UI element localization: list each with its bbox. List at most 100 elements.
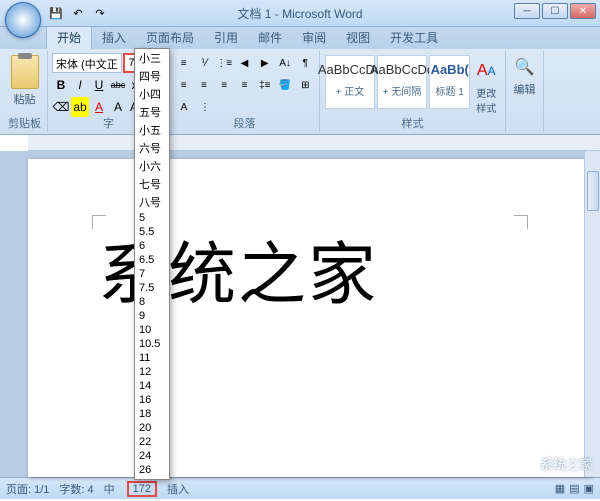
insert-mode[interactable]: 插入 bbox=[167, 481, 189, 497]
horizontal-ruler[interactable] bbox=[28, 135, 600, 151]
clipboard-group: 粘贴 剪贴板 bbox=[2, 51, 48, 132]
size-option[interactable]: 20 bbox=[135, 421, 169, 435]
tab-layout[interactable]: 页面布局 bbox=[136, 26, 204, 49]
size-option[interactable]: 小四 bbox=[135, 85, 169, 103]
font-name-input[interactable]: 宋体 (中文正 bbox=[52, 53, 122, 73]
size-option[interactable]: 22 bbox=[135, 435, 169, 449]
bold-button[interactable]: B bbox=[52, 75, 70, 95]
margin-corner-tr bbox=[514, 215, 528, 229]
tab-insert[interactable]: 插入 bbox=[92, 26, 136, 49]
size-option[interactable]: 26 bbox=[135, 463, 169, 477]
line-spacing-button[interactable]: ‡≡ bbox=[255, 75, 274, 95]
style-normal[interactable]: AaBbCcDd + 正文 bbox=[325, 55, 375, 109]
size-option[interactable]: 五号 bbox=[135, 103, 169, 121]
size-option[interactable]: 12 bbox=[135, 365, 169, 379]
maximize-button[interactable]: ☐ bbox=[542, 3, 568, 19]
style-heading1[interactable]: AaBb( 标题 1 bbox=[429, 55, 470, 109]
clipboard-label: 剪贴板 bbox=[2, 115, 47, 131]
tab-mailings[interactable]: 邮件 bbox=[248, 26, 292, 49]
size-option[interactable]: 16 bbox=[135, 393, 169, 407]
paste-icon[interactable] bbox=[11, 55, 39, 89]
style-nospace[interactable]: AaBbCcDd + 无间隔 bbox=[377, 55, 427, 109]
increase-indent-button[interactable]: ▶ bbox=[255, 53, 274, 73]
size-option[interactable]: 11 bbox=[135, 351, 169, 365]
word-count[interactable]: 字数: 4 bbox=[59, 481, 93, 497]
asian-layout-button[interactable]: ⋮ bbox=[195, 97, 215, 117]
ribbon-tabs: 开始 插入 页面布局 引用 邮件 审阅 视图 开发工具 bbox=[0, 27, 600, 49]
size-option[interactable]: 14 bbox=[135, 379, 169, 393]
change-styles-button[interactable]: AA 更改样式 bbox=[471, 53, 501, 115]
size-option[interactable]: 5.5 bbox=[135, 225, 169, 239]
char-shading-button[interactable]: A bbox=[174, 97, 194, 117]
zoom-value[interactable]: 172 bbox=[127, 481, 157, 497]
vertical-scrollbar[interactable] bbox=[584, 151, 600, 477]
styles-group: AaBbCcDd + 正文 AaBbCcDd + 无间隔 AaBb( 标题 1 … bbox=[320, 51, 506, 132]
size-option[interactable]: 八号 bbox=[135, 193, 169, 211]
size-option[interactable]: 10 bbox=[135, 323, 169, 337]
size-option[interactable]: 24 bbox=[135, 449, 169, 463]
multilevel-list-button[interactable]: ⋮≡ bbox=[215, 53, 234, 73]
shading-button[interactable]: 🪣 bbox=[275, 75, 294, 95]
tab-home[interactable]: 开始 bbox=[46, 25, 92, 49]
justify-button[interactable]: ≡ bbox=[235, 75, 254, 95]
save-icon[interactable]: 💾 bbox=[46, 3, 66, 23]
sort-button[interactable]: A↓ bbox=[275, 53, 294, 73]
size-option[interactable]: 七号 bbox=[135, 175, 169, 193]
view-print-icon[interactable]: ▦ bbox=[555, 482, 565, 495]
show-marks-button[interactable]: ¶ bbox=[296, 53, 315, 73]
house-icon bbox=[514, 453, 536, 473]
scrollbar-thumb[interactable] bbox=[587, 171, 599, 211]
underline-button[interactable]: U bbox=[90, 75, 108, 95]
size-option[interactable]: 10.5 bbox=[135, 337, 169, 351]
bullet-list-button[interactable]: ≡ bbox=[174, 53, 193, 73]
editing-group: 🔍 编辑 bbox=[506, 51, 544, 132]
size-option[interactable]: 小三 bbox=[135, 49, 169, 67]
tab-review[interactable]: 审阅 bbox=[292, 26, 336, 49]
redo-icon[interactable]: ↷ bbox=[90, 3, 110, 23]
page-indicator[interactable]: 页面: 1/1 bbox=[6, 481, 49, 497]
size-option[interactable]: 7 bbox=[135, 267, 169, 281]
document-area: 系统之家 bbox=[0, 151, 600, 477]
size-option[interactable]: 小六 bbox=[135, 157, 169, 175]
size-option[interactable]: 6.5 bbox=[135, 253, 169, 267]
font-color-button[interactable]: A bbox=[90, 97, 108, 117]
char-border-button[interactable]: A bbox=[109, 97, 127, 117]
size-option[interactable]: 18 bbox=[135, 407, 169, 421]
tab-references[interactable]: 引用 bbox=[204, 26, 248, 49]
view-web-icon[interactable]: ▣ bbox=[584, 482, 594, 495]
vertical-ruler[interactable] bbox=[0, 151, 28, 477]
size-option[interactable]: 5 bbox=[135, 211, 169, 225]
tab-view[interactable]: 视图 bbox=[336, 26, 380, 49]
size-option[interactable]: 6 bbox=[135, 239, 169, 253]
document-page[interactable]: 系统之家 bbox=[28, 159, 592, 477]
decrease-indent-button[interactable]: ◀ bbox=[235, 53, 254, 73]
tab-developer[interactable]: 开发工具 bbox=[380, 26, 448, 49]
language-indicator[interactable]: 中 bbox=[104, 481, 115, 497]
size-option[interactable]: 六号 bbox=[135, 139, 169, 157]
find-icon[interactable]: 🔍 bbox=[515, 57, 535, 77]
size-option[interactable]: 7.5 bbox=[135, 281, 169, 295]
close-button[interactable]: ✕ bbox=[570, 3, 596, 19]
align-left-button[interactable]: ≡ bbox=[174, 75, 193, 95]
align-center-button[interactable]: ≡ bbox=[194, 75, 213, 95]
clear-format-button[interactable]: ⌫ bbox=[52, 97, 70, 117]
font-size-dropdown[interactable]: 小三四号小四五号小五六号小六七号八号55.566.577.5891010.511… bbox=[134, 48, 170, 480]
number-list-button[interactable]: ⅟ bbox=[194, 53, 213, 73]
strike-button[interactable]: abc bbox=[109, 75, 127, 95]
align-right-button[interactable]: ≡ bbox=[215, 75, 234, 95]
minimize-button[interactable]: ─ bbox=[514, 3, 540, 19]
size-option[interactable]: 8 bbox=[135, 295, 169, 309]
size-option[interactable]: 四号 bbox=[135, 67, 169, 85]
view-read-icon[interactable]: ▤ bbox=[569, 482, 579, 495]
size-option[interactable]: 小五 bbox=[135, 121, 169, 139]
change-style-icon: AA bbox=[472, 57, 500, 85]
window-title: 文档 1 - Microsoft Word bbox=[237, 5, 362, 22]
italic-button[interactable]: I bbox=[71, 75, 89, 95]
undo-icon[interactable]: ↶ bbox=[68, 3, 88, 23]
size-option[interactable]: 28 bbox=[135, 477, 169, 480]
highlight-button[interactable]: ab bbox=[71, 97, 89, 117]
borders-button[interactable]: ⊞ bbox=[296, 75, 315, 95]
size-option[interactable]: 9 bbox=[135, 309, 169, 323]
paste-label: 粘贴 bbox=[14, 91, 36, 107]
office-button[interactable] bbox=[5, 2, 41, 38]
